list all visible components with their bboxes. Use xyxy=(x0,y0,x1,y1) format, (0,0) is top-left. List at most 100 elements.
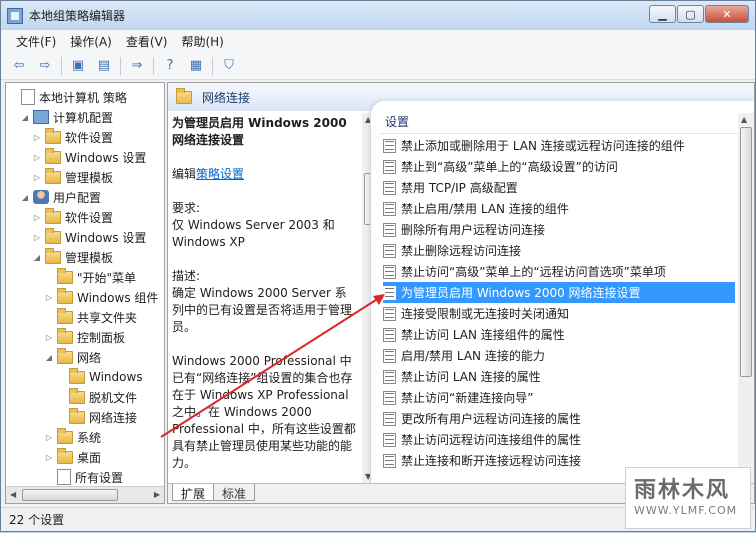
back-icon[interactable]: ⇦ xyxy=(9,56,29,76)
tree-item[interactable]: ▷ Windows 设置 xyxy=(32,227,146,247)
folder-icon xyxy=(57,267,73,284)
setting-row[interactable]: 禁止访问“新建连接向导” xyxy=(383,387,735,408)
menu-help[interactable]: 帮助(H) xyxy=(174,31,230,52)
expand-icon[interactable]: ▷ xyxy=(32,213,42,222)
tree-item[interactable]: 共享文件夹 xyxy=(44,307,137,327)
navigation-tree[interactable]: 本地计算机 策略 ◢ 计算机配置 ▷ 软件设置 ▷ Windows 设置 ▷ 管理模板 ◢ 用户配置… xyxy=(5,82,165,504)
tree-item-label: "开始"菜单 xyxy=(77,270,137,285)
setting-label: 连接受限制或无连接时关闭通知 xyxy=(401,307,570,321)
toolbar-separator xyxy=(61,56,62,75)
export-list-icon[interactable]: ⇒ xyxy=(127,56,147,76)
tree-item[interactable]: ▷ Windows 设置 xyxy=(32,147,146,167)
close-button[interactable]: ✕ xyxy=(705,5,749,23)
tree-item[interactable]: ◢ 管理模板 xyxy=(32,247,113,267)
policy-setting-icon xyxy=(383,243,396,258)
setting-row[interactable]: 更改所有用户远程访问连接的属性 xyxy=(383,408,735,429)
tree-item[interactable]: 网络连接 xyxy=(56,407,137,427)
menu-file[interactable]: 文件(F) xyxy=(9,31,63,52)
tree-item[interactable]: "开始"菜单 xyxy=(44,267,136,287)
collapse-icon[interactable]: ◢ xyxy=(20,193,30,202)
menu-view[interactable]: 查看(V) xyxy=(119,31,175,52)
expand-icon[interactable]: ▷ xyxy=(32,153,42,162)
setting-row[interactable]: 禁止启用/禁用 LAN 连接的组件 xyxy=(383,198,735,219)
tab-standard[interactable]: 标准 xyxy=(213,484,256,501)
tree-item[interactable]: ▷ Windows 组件 xyxy=(44,287,158,307)
scroll-thumb[interactable] xyxy=(22,489,118,501)
tree-item[interactable]: ◢ 用户配置 xyxy=(20,187,101,207)
tree-item[interactable]: 本地计算机 策略 xyxy=(8,87,127,107)
expand-icon[interactable]: ▷ xyxy=(44,453,54,462)
toolbar-separator xyxy=(153,56,154,75)
policy-setting-icon xyxy=(383,201,396,216)
setting-label: 禁止访问 LAN 连接组件的属性 xyxy=(401,328,565,342)
tree-item-label: 控制面板 xyxy=(77,330,126,345)
collapse-icon[interactable]: ◢ xyxy=(20,113,30,122)
expand-icon[interactable]: ▷ xyxy=(32,233,42,242)
setting-row[interactable]: 连接受限制或无连接时关闭通知 xyxy=(383,303,735,324)
filter-icon[interactable]: ⛉ xyxy=(219,56,239,76)
expand-icon[interactable]: ▷ xyxy=(44,433,54,442)
policy-setting-icon xyxy=(383,453,396,468)
setting-row[interactable]: 启用/禁用 LAN 连接的能力 xyxy=(383,345,735,366)
show-hide-tree-icon[interactable]: ▤ xyxy=(94,56,114,76)
setting-row[interactable]: 禁止到“高级”菜单上的“高级设置”的访问 xyxy=(383,156,735,177)
tree-item-label: Windows 设置 xyxy=(65,150,147,165)
setting-row[interactable]: 禁止访问 LAN 连接的属性 xyxy=(383,366,735,387)
expand-icon[interactable]: ▷ xyxy=(32,133,42,142)
setting-row[interactable]: 删除所有用户远程访问连接 xyxy=(383,219,735,240)
up-folder-icon[interactable]: ▣ xyxy=(68,56,88,76)
setting-row[interactable]: 为管理员启用 Windows 2000 网络连接设置 xyxy=(383,282,735,303)
menu-action[interactable]: 操作(A) xyxy=(63,31,119,52)
folder-icon xyxy=(69,407,85,424)
tree-item[interactable]: 所有设置 xyxy=(44,467,123,487)
properties-icon[interactable]: ▦ xyxy=(186,56,206,76)
tree-item[interactable]: ◢ 网络 xyxy=(44,347,101,367)
policy-description: 为管理员启用 Windows 2000 网络连接设置 编辑策略设置 要求: 仅 W… xyxy=(172,115,358,485)
maximize-button[interactable]: ▢ xyxy=(677,5,704,23)
setting-row[interactable]: 禁止访问 LAN 连接组件的属性 xyxy=(383,324,735,345)
title-bar[interactable]: 本地组策略编辑器 ▁ ▢ ✕ xyxy=(1,1,755,30)
tree-horizontal-scrollbar[interactable]: ◀ ▶ xyxy=(6,486,164,503)
tree-item[interactable]: ▷ 桌面 xyxy=(44,447,101,467)
tree-item[interactable]: ▷ 控制面板 xyxy=(44,327,125,347)
scroll-right-icon[interactable]: ▶ xyxy=(154,490,160,499)
setting-row[interactable]: 禁止添加或删除用于 LAN 连接或远程访问连接的组件 xyxy=(383,135,735,156)
policy-setting-icon xyxy=(383,159,396,174)
forward-icon[interactable]: ⇨ xyxy=(35,56,55,76)
scroll-left-icon[interactable]: ◀ xyxy=(10,490,16,499)
tree-item[interactable]: ▷ 管理模板 xyxy=(32,167,113,187)
tree-item[interactable]: Windows xyxy=(56,367,143,387)
minimize-button[interactable]: ▁ xyxy=(649,5,676,23)
setting-row[interactable]: 禁用 TCP/IP 高级配置 xyxy=(383,177,735,198)
tree-item[interactable]: ▷ 软件设置 xyxy=(32,207,113,227)
tree-item[interactable]: 脱机文件 xyxy=(56,387,137,407)
folder-icon xyxy=(69,367,85,384)
help-icon[interactable]: ? xyxy=(160,56,180,76)
tree-item-label: Windows 组件 xyxy=(77,290,159,305)
policy-setting-icon xyxy=(383,411,396,426)
expand-icon[interactable]: ▷ xyxy=(44,333,54,342)
edit-policy-link[interactable]: 策略设置 xyxy=(196,167,244,181)
expand-icon[interactable]: ▷ xyxy=(32,173,42,182)
tree-item[interactable]: ▷ 系统 xyxy=(44,427,101,447)
tree-item-label: 管理模板 xyxy=(65,170,114,185)
expand-icon[interactable]: ▷ xyxy=(44,293,54,302)
setting-row[interactable]: 禁止删除远程访问连接 xyxy=(383,240,735,261)
tree-item-label: Windows 设置 xyxy=(65,230,147,245)
tree-item-label: 系统 xyxy=(77,430,102,445)
tab-extended[interactable]: 扩展 xyxy=(172,484,215,501)
tree-item[interactable]: ◢ 计算机配置 xyxy=(20,107,113,127)
settings-column-header[interactable]: 设置 xyxy=(385,113,409,130)
collapse-icon[interactable]: ◢ xyxy=(32,253,42,262)
policy-setting-icon xyxy=(383,138,396,153)
settings-scrollbar[interactable]: ▲ ▼ xyxy=(738,113,754,483)
setting-label: 禁止添加或删除用于 LAN 连接或远程访问连接的组件 xyxy=(401,139,685,153)
collapse-icon[interactable]: ◢ xyxy=(44,353,54,362)
setting-row[interactable]: 禁止访问远程访问连接组件的属性 xyxy=(383,429,735,450)
folder-icon xyxy=(57,427,73,444)
scroll-thumb[interactable] xyxy=(740,127,752,377)
scroll-up-icon[interactable]: ▲ xyxy=(741,115,747,124)
setting-row[interactable]: 禁止访问“高级”菜单上的“远程访问首选项”菜单项 xyxy=(383,261,735,282)
folder-icon xyxy=(176,87,192,104)
tree-item[interactable]: ▷ 软件设置 xyxy=(32,127,113,147)
